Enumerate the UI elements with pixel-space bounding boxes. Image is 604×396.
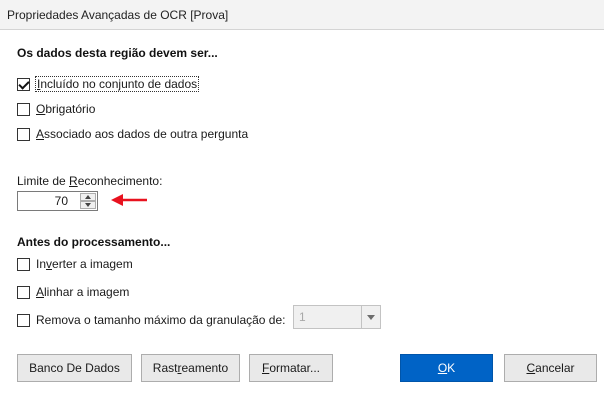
checkbox-required-label[interactable]: Obrigatório [36,102,95,116]
red-arrow-icon [111,194,147,206]
title-bar: Propriedades Avançadas de OCR [Prova] [0,0,604,30]
format-button[interactable]: Formatar... [249,354,333,382]
checkbox-row-associated[interactable]: Associado aos dados de outra pergunta [17,125,248,143]
checkbox-required[interactable] [17,102,30,116]
recognition-threshold-value[interactable]: 70 [18,194,80,208]
recognition-threshold-stepper[interactable]: 70 [17,191,98,211]
checkbox-row-required[interactable]: Obrigatório [17,100,95,118]
database-button[interactable]: Banco De Dados [17,354,132,382]
stepper-buttons [80,193,96,209]
granulation-select-value: 1 [299,310,306,324]
granulation-select[interactable]: 1 [293,305,381,329]
cancel-button[interactable]: Cancelar [504,354,597,382]
checkbox-row-invert[interactable]: Inverter a imagem [17,255,133,273]
ok-button[interactable]: OK [400,354,493,382]
checkbox-row-included[interactable]: Incluído no conjunto de dados [17,75,200,93]
checkbox-align-label[interactable]: Alinhar a imagem [36,285,129,299]
stepper-down-icon[interactable] [80,201,96,209]
checkbox-invert-label[interactable]: Inverter a imagem [36,257,133,271]
section-heading-preprocessing: Antes do processamento... [17,235,171,249]
tracking-button[interactable]: Rast r eamento [141,354,240,382]
stepper-up-icon[interactable] [80,193,96,201]
checkbox-row-granulation[interactable]: Remova o tamanho máximo da granulação de… [17,311,285,329]
checkbox-included[interactable] [17,77,30,91]
checkbox-associated-label[interactable]: Associado aos dados de outra pergunta [36,127,248,141]
chevron-down-icon[interactable] [361,306,380,328]
checkbox-align[interactable] [17,285,30,299]
checkbox-invert[interactable] [17,257,30,271]
section-heading-data: Os dados desta região devem ser... [17,46,218,60]
window-title: Propriedades Avançadas de OCR [Prova] [7,8,229,22]
recognition-threshold-label: Limite de Reconhecimento: [17,174,163,188]
checkbox-associated[interactable] [17,127,30,141]
checkbox-row-align[interactable]: Alinhar a imagem [17,283,129,301]
checkbox-granulation-label[interactable]: Remova o tamanho máximo da granulação de… [36,313,285,327]
checkbox-granulation[interactable] [17,313,30,327]
checkbox-included-label[interactable]: Incluído no conjunto de dados [34,76,200,92]
